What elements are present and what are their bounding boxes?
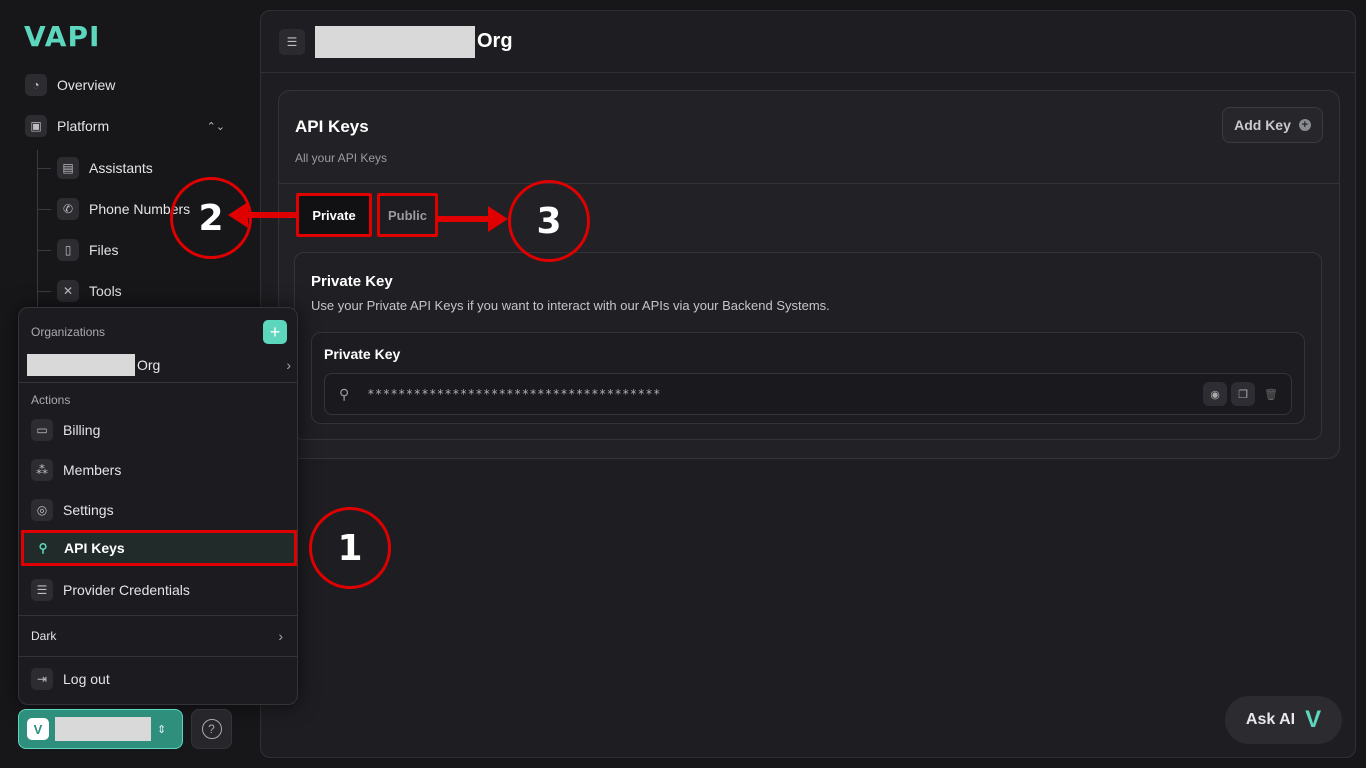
key-icon: ⚲ (38, 541, 48, 555)
redacted-org-name (315, 25, 475, 58)
arrowhead-left (228, 202, 248, 228)
annotation-arrow-right (438, 216, 490, 222)
sidebar-item-label: Files (89, 242, 119, 258)
help-button[interactable]: ? (191, 709, 232, 749)
sidebar-item-label: Assistants (89, 160, 153, 176)
annotation-circle-3: 3 (508, 180, 590, 262)
menu-item-label: Settings (63, 502, 114, 518)
menu-item-label: API Keys (64, 540, 125, 556)
sidebar-item-label: Platform (57, 118, 110, 134)
file-icon: ▯ (57, 239, 79, 261)
phone-icon: ✆ (57, 198, 79, 220)
tree-branch (37, 291, 51, 292)
section-title: Private Key (311, 273, 393, 290)
arrowhead-right (488, 206, 508, 232)
annotation-circle-1: 1 (309, 507, 391, 589)
logout-button[interactable]: ⇥ Log out (31, 668, 110, 690)
sidebar-item-overview[interactable]: ◔ Overview (25, 74, 115, 96)
help-icon: ? (201, 719, 222, 739)
org-switcher[interactable]: V ⇕ (18, 709, 183, 749)
logout-icon: ⇥ (31, 668, 53, 690)
chevron-updown-icon: ⌃⌄ (206, 120, 225, 133)
add-key-label: Add Key (1234, 117, 1291, 133)
tree-branch (37, 250, 51, 251)
card-divider (279, 183, 1339, 184)
key-icon: ⚲ (339, 385, 350, 402)
ask-ai-button[interactable]: Ask AI V (1225, 696, 1342, 744)
chevron-right-icon: › (278, 628, 283, 644)
sidebar-item-tools[interactable]: ✕ Tools (57, 280, 122, 302)
page-title: Org (477, 30, 513, 52)
card-icon: ▭ (31, 419, 53, 441)
menu-item-label: Members (63, 462, 122, 478)
eye-icon[interactable]: ◉ (1203, 382, 1227, 406)
user-card-icon: ▤ (57, 157, 79, 179)
tree-line (37, 150, 38, 312)
annotation-number: 3 (536, 200, 562, 242)
chevron-right-icon: › (286, 357, 291, 373)
tools-icon: ✕ (57, 280, 79, 302)
annotation-number: 2 (198, 197, 224, 239)
card-title: API Keys (295, 117, 369, 136)
private-key-field[interactable]: ⚲ **************************************… (324, 373, 1292, 415)
ask-ai-label: Ask AI (1245, 711, 1296, 728)
menu-item-label: Provider Credentials (63, 582, 190, 598)
logout-label: Log out (63, 671, 110, 687)
org-menu: Organizations + Org › Actions ▭ Billing ⁂… (18, 307, 298, 705)
tab-public-label: Public (387, 207, 427, 223)
key-box-title: Private Key (324, 346, 401, 362)
vapi-mark-icon: V (27, 718, 49, 740)
tab-private-label: Private (312, 207, 356, 223)
sidebar-item-label: Tools (89, 283, 122, 299)
card-subtitle: All your API Keys (295, 151, 388, 165)
trash-icon[interactable]: 🗑 (1259, 382, 1283, 406)
menu-item-provider-credentials[interactable]: ☰ Provider Credentials (31, 579, 190, 601)
redacted-org-name (55, 717, 151, 741)
sliders-icon[interactable]: ☰ (279, 28, 305, 55)
org-item[interactable]: Org › (27, 352, 291, 378)
chip-icon: ▣ (25, 115, 47, 137)
redacted-org-name (27, 354, 135, 376)
sliders-icon: ☰ (31, 579, 53, 601)
menu-item-members[interactable]: ⁂ Members (31, 459, 121, 481)
sidebar-item-assistants[interactable]: ▤ Assistants (57, 157, 153, 179)
add-key-button[interactable]: Add Key + (1222, 107, 1323, 143)
chevron-updown-icon: ⇕ (157, 723, 167, 736)
org-suffix: Org (137, 357, 161, 373)
tree-branch (37, 168, 51, 169)
add-organization-button[interactable]: + (263, 320, 287, 344)
annotation-arrow-left (246, 212, 296, 218)
annotation-number: 1 (337, 527, 363, 569)
menu-divider (19, 615, 297, 616)
sidebar-item-platform[interactable]: ▣ Platform ⌃⌄ (25, 115, 225, 137)
theme-label: Dark (31, 629, 57, 643)
actions-label: Actions (31, 393, 71, 407)
plus-circle-icon: + (1298, 119, 1311, 131)
tree-branch (37, 209, 51, 210)
menu-divider (19, 656, 297, 657)
menu-item-billing[interactable]: ▭ Billing (31, 419, 100, 441)
theme-toggle[interactable]: Dark › (31, 628, 283, 644)
settings-icon: ◎ (31, 499, 53, 521)
vapi-logo[interactable]: VAPI (24, 20, 100, 53)
menu-item-label: Billing (63, 422, 101, 438)
menu-divider (19, 382, 297, 383)
tab-public[interactable]: Public (377, 193, 438, 237)
organizations-label: Organizations (31, 325, 106, 339)
copy-icon[interactable]: ❐ (1231, 382, 1255, 406)
sidebar-item-label: Overview (57, 77, 116, 93)
sidebar-item-files[interactable]: ▯ Files (57, 239, 119, 261)
menu-item-settings[interactable]: ◎ Settings (31, 499, 114, 521)
vapi-v-icon: V (1305, 706, 1322, 733)
menu-item-api-keys[interactable]: ⚲ API Keys (21, 530, 297, 566)
tab-private[interactable]: Private (296, 193, 372, 237)
users-icon: ⁂ (31, 459, 53, 481)
section-description: Use your Private API Keys if you want to… (311, 298, 830, 313)
chart-icon: ◔ (25, 74, 47, 96)
masked-key: ************************************** (367, 387, 661, 401)
page-header: ☰ Org (261, 11, 1355, 73)
